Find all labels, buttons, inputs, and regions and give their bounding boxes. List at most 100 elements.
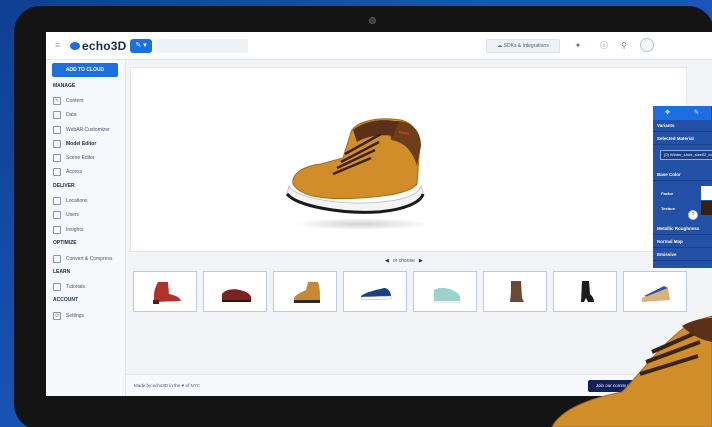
texture-swatch[interactable] <box>701 201 712 215</box>
model-thumbnails <box>133 271 689 314</box>
mint-sneaker-icon <box>434 287 461 303</box>
winter-boot-model[interactable] <box>281 106 431 216</box>
help-bubble-icon[interactable]: ? <box>688 210 698 220</box>
next-arrow-icon[interactable]: ▶ <box>419 258 423 264</box>
base-color-row[interactable]: Base Color⌃ <box>653 169 712 181</box>
section-learn: LEARN <box>53 269 71 275</box>
app-logo[interactable]: echo3D <box>82 39 127 53</box>
paint-tab-icon[interactable]: ✎ <box>682 106 711 120</box>
sdk-label: SDKs & Integrations <box>503 43 549 49</box>
project-search-input[interactable] <box>154 39 248 53</box>
sidebar-item-model-editor[interactable]: Model Editor <box>53 139 96 148</box>
model-viewer[interactable]: ✥ ✎ ◐ ⚲ Variants⌄ Selected Material⌃ (0)… <box>130 67 712 268</box>
echo3d-logo-icon <box>70 42 80 50</box>
thumbnail-brown-boot[interactable] <box>483 271 547 312</box>
sidebar-item-label: Scene Editor <box>66 154 95 161</box>
blue-sneaker-icon <box>360 288 392 301</box>
sdk-integrations-button[interactable]: ☁ SDKs & Integrations <box>486 39 560 53</box>
factor-color-swatch[interactable] <box>701 186 712 200</box>
sidebar-item-label: Data <box>66 111 77 118</box>
normal-map-label: Normal Map <box>657 239 683 244</box>
section-account: ACCOUNT <box>53 297 78 303</box>
sidebar-item-settings[interactable]: ⚙ Settings <box>53 311 84 320</box>
thumbnail-black-heeled-boot[interactable] <box>553 271 617 312</box>
sidebar-item-label: WebAR Customizer <box>66 126 110 133</box>
red-ankle-boot-icon <box>153 282 181 304</box>
sidebar-item-webar-customizer[interactable]: WebAR Customizer <box>53 125 110 134</box>
sidebar-item-convert-compress[interactable]: Convert & Compress <box>53 254 112 263</box>
scene-icon <box>53 153 61 162</box>
model-shadow <box>291 218 431 230</box>
base-color-label: Base Color <box>657 172 681 177</box>
cube-icon <box>53 139 61 148</box>
normal-map-row[interactable]: Normal Map⌄ <box>653 236 712 248</box>
sidebar-item-scene-editor[interactable]: Scene Editor <box>53 153 95 162</box>
sidebar-item-label: Tutorials <box>66 283 85 290</box>
thumbnail-blue-espadrille-wedge[interactable] <box>623 271 687 312</box>
sidebar-item-label: Locations <box>66 197 88 204</box>
user-icon <box>53 210 61 219</box>
model-chooser: ◀ or choose ▶ <box>381 258 427 264</box>
sidebar-item-label: Model Editor <box>66 140 97 147</box>
compress-icon <box>53 254 61 263</box>
made-by-text: Made by echo3D in the ♥ of NYC <box>134 383 200 388</box>
sidebar-item-content[interactable]: ✎ Content <box>53 96 84 105</box>
variants-row[interactable]: Variants⌄ <box>653 120 712 132</box>
top-bar: ≡ echo3D ✎ ▾ ☁ SDKs & Integrations ✦ ⓘ ⚲ <box>46 32 712 60</box>
selected-material-row[interactable]: Selected Material⌃ <box>653 133 712 145</box>
thumbnail-red-ankle-boot[interactable] <box>133 271 197 312</box>
burgundy-oxford-icon <box>222 289 252 302</box>
factor-label: Factor <box>661 191 674 196</box>
section-deliver: DELIVER <box>53 183 75 189</box>
emissive-label: Emissive <box>657 252 677 257</box>
or-choose-label: or choose <box>392 258 415 264</box>
sidebar-item-label: Insights <box>66 226 84 233</box>
thumbnail-burgundy-oxford[interactable] <box>203 271 267 312</box>
brown-boot-icon <box>510 281 524 302</box>
book-icon <box>53 282 61 291</box>
sidebar-item-label: Settings <box>66 312 85 319</box>
sidebar-item-tutorials[interactable]: Tutorials <box>53 282 85 291</box>
sidebar-item-label: Content <box>66 97 84 104</box>
hamburger-icon[interactable]: ≡ <box>55 41 63 50</box>
texture-label: Texture <box>661 206 676 211</box>
sidebar-item-data[interactable]: Data <box>53 110 77 119</box>
metallic-roughness-row[interactable]: Metallic Roughness⌄ <box>653 223 712 235</box>
panel-tabs: ✥ ✎ ◐ ⚲ <box>653 106 712 120</box>
sidebar-item-label: Users <box>66 211 80 218</box>
sidebar-item-users[interactable]: Users <box>53 210 79 219</box>
decorative-boot-image <box>551 315 712 427</box>
transform-tab-icon[interactable]: ✥ <box>653 106 682 120</box>
previous-arrow-icon[interactable]: ◀ <box>385 258 389 264</box>
metallic-label: Metallic Roughness <box>657 226 700 231</box>
camera-icon <box>369 17 376 24</box>
thumbnail-tan-hiking-boot[interactable] <box>273 271 337 312</box>
thumbnail-mint-sneaker[interactable] <box>413 271 477 312</box>
section-manage: MANAGE <box>53 83 76 89</box>
info-icon[interactable]: ⓘ <box>598 40 610 52</box>
thumbnail-blue-sneaker[interactable] <box>343 271 407 312</box>
blue-espadrille-wedge-icon <box>642 286 670 302</box>
add-to-cloud-button[interactable]: ADD TO CLOUD <box>52 63 118 77</box>
material-select[interactable]: (0) Winter_shoe_size02_bo <box>660 150 712 160</box>
sidebar-item-locations[interactable]: Locations <box>53 196 87 205</box>
gear-icon: ⚙ <box>53 311 61 320</box>
sidebar-item-insights[interactable]: Insights <box>53 225 83 234</box>
sidebar-item-label: Convert & Compress <box>66 255 113 262</box>
magic-wand-icon[interactable]: ✦ <box>572 40 584 52</box>
selected-material-label: Selected Material <box>657 136 694 141</box>
location-icon <box>53 196 61 205</box>
pencil-icon: ✎ <box>53 96 61 105</box>
chart-icon <box>53 225 61 234</box>
grid-icon <box>53 125 61 134</box>
document-icon <box>53 110 61 119</box>
section-optimize: OPTIMIZE <box>53 240 77 246</box>
project-dropdown-button[interactable]: ✎ ▾ <box>130 39 152 53</box>
lock-icon <box>53 167 61 176</box>
variants-label: Variants <box>657 123 675 128</box>
sidebar-item-access[interactable]: Access <box>53 167 82 176</box>
avatar[interactable] <box>640 38 654 52</box>
sidebar-item-label: Access <box>66 168 83 175</box>
search-icon[interactable]: ⚲ <box>618 40 630 52</box>
emissive-row[interactable]: Emissive⌄ <box>653 249 712 261</box>
